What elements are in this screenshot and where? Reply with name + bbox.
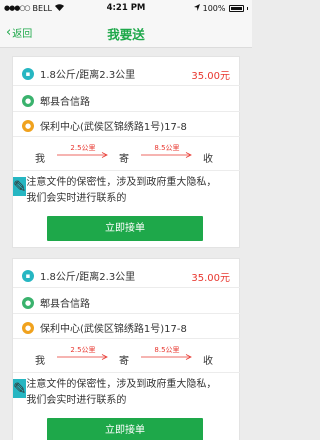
order-card: ▪ 1.8公斤/距离2.3公里 35.00元 ● 郫县合信路 ● 保利中心(武侯… [12, 56, 241, 248]
nav-bar: ‹ 返回 我要送 [0, 16, 252, 48]
route-send: 寄 [119, 154, 129, 165]
order-note: ✎ 注意文件的保密性，涉及到政府重大隐私，我们会实时进行联系的 [13, 175, 241, 207]
to-address-row: ● 保利中心(武侯区锦绣路1号)17-8 [13, 118, 241, 133]
note-text: 注意文件的保密性，涉及到政府重大隐私，我们会实时进行联系的 [26, 379, 217, 406]
arrow-right-icon [57, 354, 108, 360]
arrow-right-icon [57, 152, 108, 158]
from-address: 郫县合信路 [40, 299, 90, 310]
from-address: 郫县合信路 [40, 97, 90, 108]
order-card: ▪ 1.8公斤/距离2.3公里 35.00元 ● 郫县合信路 ● 保利中心(武侯… [12, 258, 241, 440]
location-icon [193, 3, 200, 13]
battery-tip-icon [246, 6, 248, 10]
accept-order-button[interactable]: 立即接单 [47, 418, 203, 440]
arrow-right-icon [141, 354, 192, 360]
route-diagram: 我 2.5公里 寄 8.5公里 收 [13, 140, 241, 170]
wifi-icon [55, 3, 65, 13]
note-text: 注意文件的保密性，涉及到政府重大隐私，我们会实时进行联系的 [26, 177, 217, 204]
order-price: 35.00元 [191, 71, 230, 82]
pickup-location-icon: ● [22, 94, 34, 107]
arrow-right-icon [141, 152, 192, 158]
to-address: 保利中心(武侯区锦绣路1号)17-8 [40, 324, 187, 335]
divider [13, 136, 241, 137]
route-me: 我 [35, 154, 45, 165]
order-price: 35.00元 [191, 273, 230, 284]
divider [13, 287, 241, 288]
divider [13, 372, 241, 373]
signal-icon: ●●●○○ [4, 4, 31, 12]
divider [13, 170, 241, 171]
divider [13, 85, 241, 86]
route-segment-2: 8.5公里 [141, 345, 193, 365]
to-address: 保利中心(武侯区锦绣路1号)17-8 [40, 122, 187, 133]
route-segment-1: 2.5公里 [57, 143, 109, 163]
order-note: ✎ 注意文件的保密性，涉及到政府重大隐私，我们会实时进行联系的 [13, 377, 241, 409]
carrier-info: ●●●○○ BELL [4, 4, 94, 13]
pickup-location-icon: ● [22, 296, 34, 309]
from-address-row: ● 郫县合信路 [13, 93, 241, 108]
from-address-row: ● 郫县合信路 [13, 295, 241, 310]
route-receive: 收 [203, 154, 213, 165]
page-title: 我要送 [107, 27, 145, 42]
battery-percent: 100% [202, 3, 226, 13]
accept-order-button[interactable]: 立即接单 [47, 216, 203, 241]
route-segment-1: 2.5公里 [57, 345, 109, 365]
divider [13, 313, 241, 314]
carrier-name: BELL [32, 3, 53, 13]
battery-icon [228, 4, 244, 12]
note-icon: ✎ [13, 379, 27, 398]
package-icon: ▪ [22, 269, 34, 282]
clock: 4:21 PM [106, 3, 146, 13]
to-address-row: ● 保利中心(武侯区锦绣路1号)17-8 [13, 320, 241, 335]
route-diagram: 我 2.5公里 寄 8.5公里 收 [13, 342, 241, 372]
status-bar: ●●●○○ BELL 4:21 PM 100% [0, 0, 252, 16]
route-receive: 收 [203, 356, 213, 367]
divider [13, 338, 241, 339]
weight-distance: 1.8公斤/距离2.3公里 [40, 272, 136, 283]
route-send: 寄 [119, 356, 129, 367]
delivery-location-icon: ● [22, 321, 34, 334]
delivery-location-icon: ● [22, 119, 34, 132]
package-icon: ▪ [22, 67, 34, 80]
route-segment-2: 8.5公里 [141, 143, 193, 163]
weight-distance: 1.8公斤/距离2.3公里 [40, 70, 136, 81]
battery-info: 100% [158, 3, 248, 13]
note-icon: ✎ [13, 177, 27, 196]
route-me: 我 [35, 356, 45, 367]
divider [13, 111, 241, 112]
